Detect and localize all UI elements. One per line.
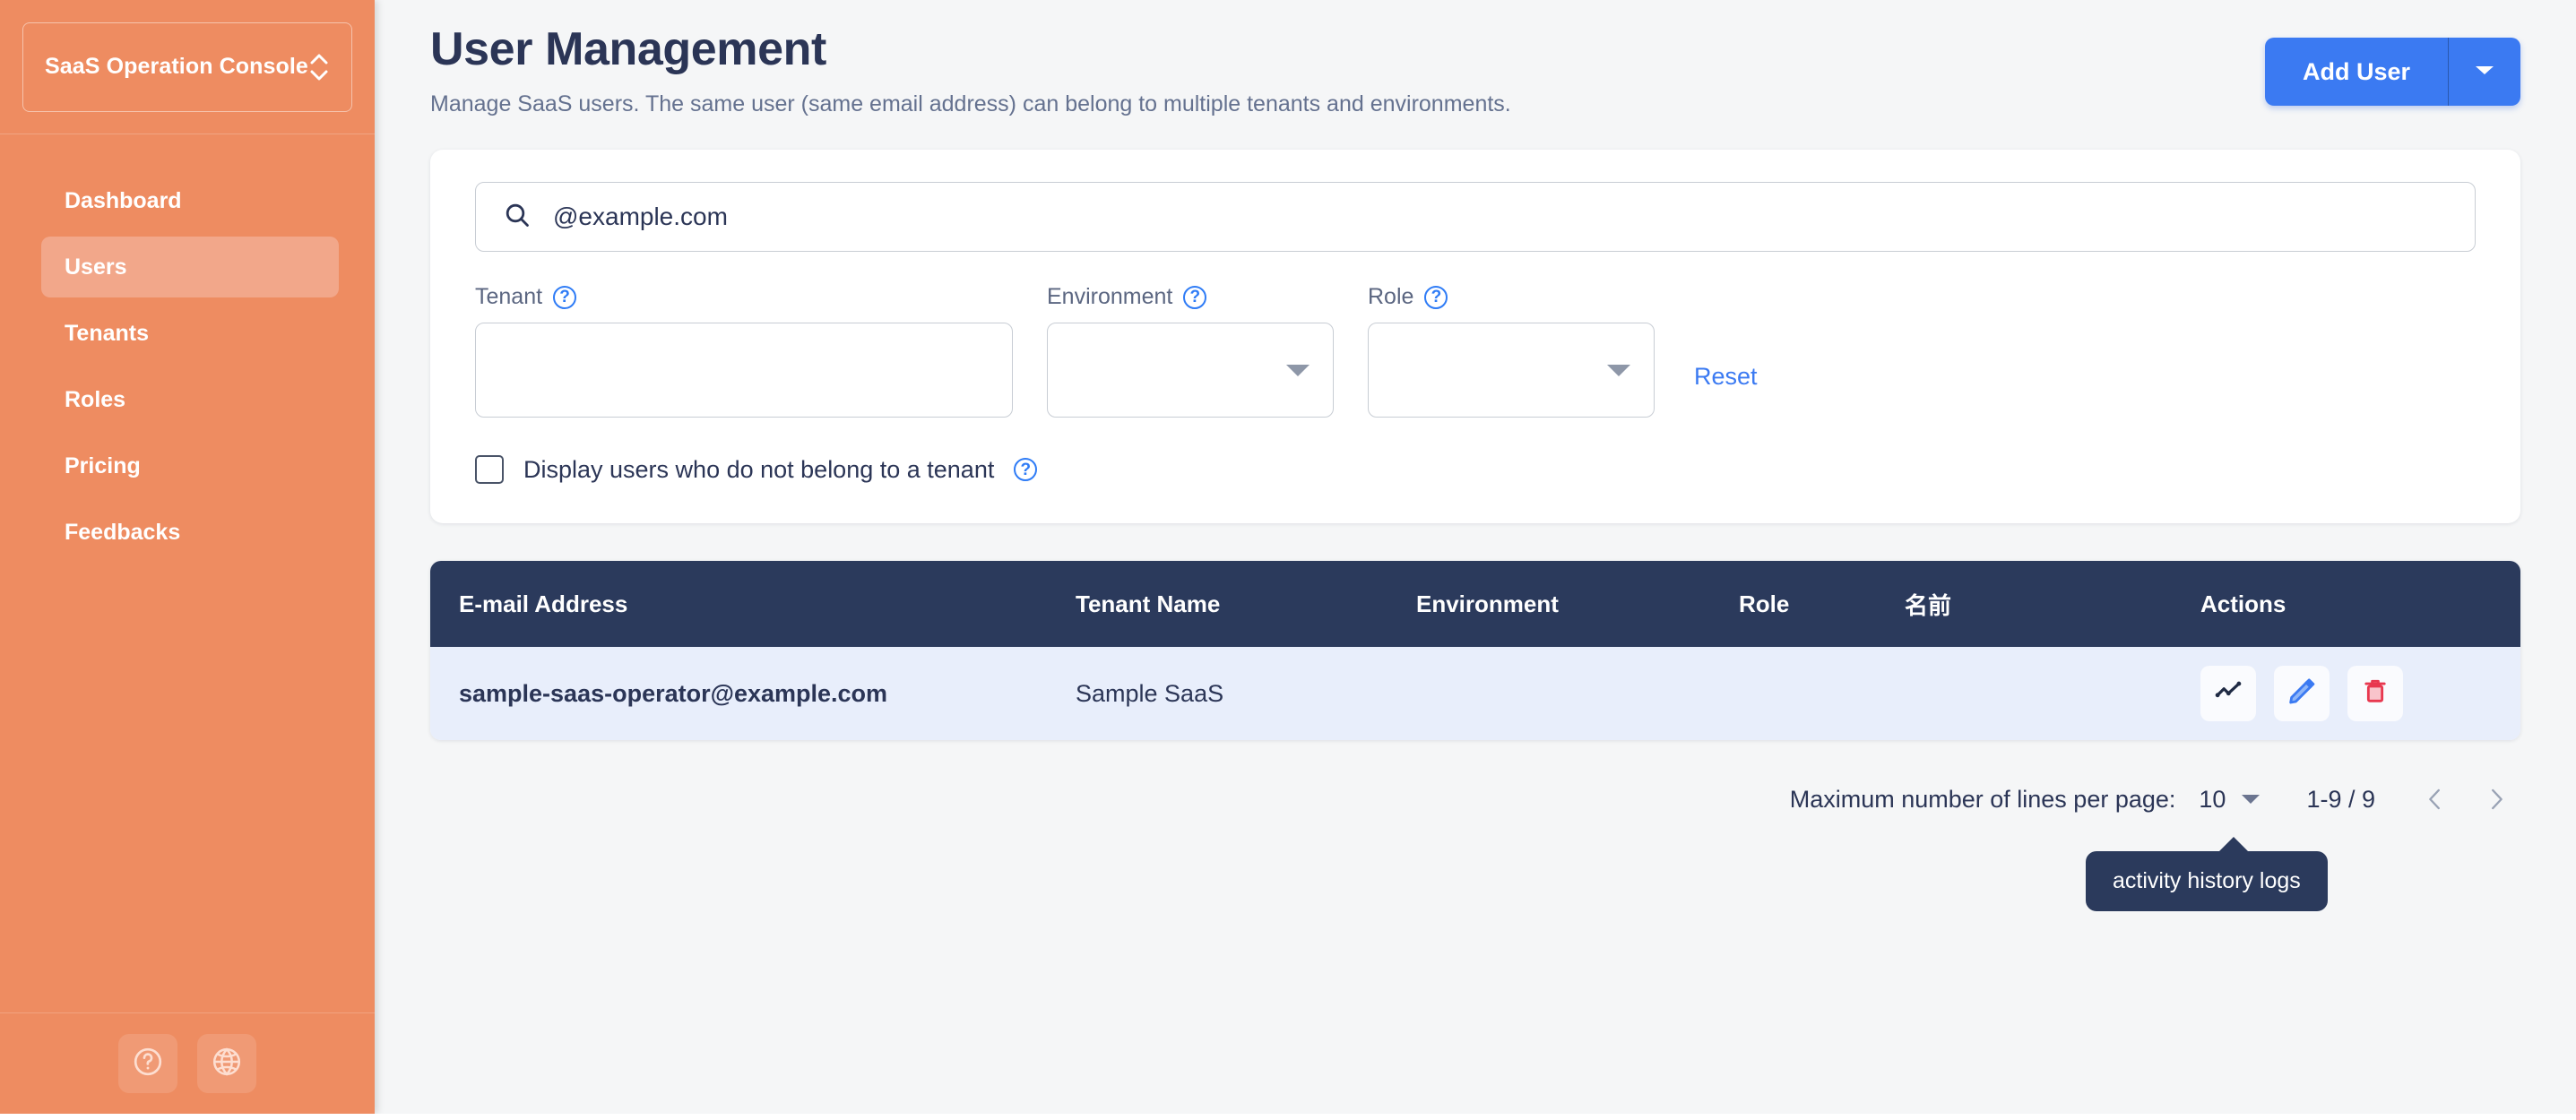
add-user-label: Add User (2302, 57, 2410, 85)
previous-page-button[interactable] (2422, 781, 2449, 817)
orphan-users-checkbox-row: Display users who do not belong to a ten… (475, 455, 2476, 485)
orphan-users-checkbox[interactable] (475, 455, 504, 485)
sidebar-item-tenants[interactable]: Tenants (41, 303, 339, 364)
help-circle-icon[interactable]: ? (1183, 285, 1207, 309)
chevron-down-icon (2473, 63, 2496, 82)
sidebar-footer (0, 1012, 375, 1114)
tenant-filter-label: Tenant (475, 284, 543, 310)
pagination-bar: Maximum number of lines per page: 10 1-9… (430, 772, 2520, 826)
sidebar-item-feedbacks[interactable]: Feedbacks (41, 502, 339, 563)
language-button[interactable] (197, 1034, 256, 1093)
help-circle-icon[interactable]: ? (553, 285, 577, 309)
sidebar-item-label: Users (65, 254, 127, 280)
column-header-email: E-mail Address (459, 590, 628, 617)
search-icon (503, 201, 532, 234)
filters-row: Tenant ? Environment ? Role ? Reset (475, 284, 2476, 418)
activity-chart-icon (2213, 676, 2243, 712)
sidebar-item-label: Roles (65, 386, 126, 412)
column-header-tenant-name: Tenant Name (1076, 590, 1221, 617)
page-subtitle: Manage SaaS users. The same user (same e… (430, 91, 1511, 117)
sidebar-item-label: Feedbacks (65, 519, 181, 545)
page-title: User Management (430, 23, 826, 75)
cell-actions (2200, 647, 2520, 740)
orphan-users-checkbox-label: Display users who do not belong to a ten… (523, 455, 995, 483)
pagination-arrows (2422, 781, 2510, 817)
sidebar-item-pricing[interactable]: Pricing (41, 435, 339, 496)
sidebar-item-label: Tenants (65, 320, 149, 346)
delete-user-button[interactable] (2347, 666, 2403, 722)
page-bottom-strip (0, 1114, 2576, 1120)
globe-icon (211, 1046, 243, 1082)
main-content: User Management Manage SaaS users. The s… (375, 0, 2576, 1114)
sidebar: SaaS Operation Console Dashboard Users T… (0, 0, 375, 1114)
environment-select[interactable] (1047, 323, 1334, 418)
pagination-range: 1-9 / 9 (2306, 785, 2375, 813)
cell-email: sample-saas-operator@example.com (459, 679, 888, 707)
users-table-element: E-mail Address Tenant Name Environment R… (430, 561, 2520, 741)
search-field[interactable]: @example.com (475, 182, 2476, 253)
sidebar-brand-area: SaaS Operation Console (0, 0, 375, 134)
rows-per-page-value: 10 (2199, 785, 2226, 813)
users-table-body: sample-saas-operator@example.com Sample … (430, 647, 2520, 741)
cell-environment (1416, 647, 1739, 740)
add-user-button[interactable]: Add User (2264, 38, 2449, 106)
role-select[interactable] (1368, 323, 1655, 418)
caret-down-icon (1607, 364, 1630, 376)
console-switcher-label: SaaS Operation Console (45, 54, 308, 79)
column-header-name-ja: 名前 (1905, 591, 1952, 619)
rows-per-page-select[interactable]: 10 (2199, 786, 2260, 814)
users-table: E-mail Address Tenant Name Environment R… (430, 561, 2520, 741)
sidebar-item-label: Dashboard (65, 187, 182, 213)
sidebar-item-dashboard[interactable]: Dashboard (41, 170, 339, 231)
sidebar-item-users[interactable]: Users (41, 237, 339, 297)
tooltip-activity-history-logs: activity history logs (2086, 837, 2328, 911)
up-down-chevrons-icon (308, 53, 330, 82)
role-filter-label: Role (1368, 284, 1414, 310)
column-header-role: Role (1739, 590, 1790, 617)
environment-filter-label: Environment (1047, 284, 1173, 310)
help-button[interactable] (118, 1034, 177, 1093)
pencil-edit-icon (2286, 676, 2317, 712)
environment-filter: Environment ? (1047, 284, 1334, 418)
console-switcher[interactable]: SaaS Operation Console (22, 22, 352, 112)
help-circle-icon[interactable]: ? (1014, 458, 1038, 482)
users-table-head: E-mail Address Tenant Name Environment R… (430, 561, 2520, 648)
caret-down-icon (1286, 364, 1310, 376)
column-header-actions: Actions (2200, 590, 2286, 617)
table-header-row: E-mail Address Tenant Name Environment R… (430, 561, 2520, 648)
environment-filter-label-wrap: Environment ? (1047, 284, 1334, 310)
cell-tenant-name: Sample SaaS (1076, 679, 1224, 707)
reset-filters-link[interactable]: Reset (1694, 363, 1758, 391)
table-row[interactable]: sample-saas-operator@example.com Sample … (430, 647, 2520, 741)
role-filter-label-wrap: Role ? (1368, 284, 1655, 310)
caret-down-icon (2242, 795, 2260, 805)
rows-per-page-label: Maximum number of lines per page: (1789, 785, 2176, 813)
add-user-dropdown-button[interactable] (2449, 38, 2520, 106)
edit-user-button[interactable] (2274, 666, 2330, 722)
tooltip-text: activity history logs (2113, 868, 2301, 893)
filter-panel: @example.com Tenant ? Environment ? Role… (430, 150, 2520, 524)
trash-delete-icon (2360, 676, 2390, 712)
column-header-environment: Environment (1416, 590, 1559, 617)
row-action-buttons (2200, 666, 2520, 722)
sidebar-nav: Dashboard Users Tenants Roles Pricing Fe… (0, 134, 375, 563)
app-root: SaaS Operation Console Dashboard Users T… (0, 0, 2576, 1120)
role-filter: Role ? (1368, 284, 1655, 418)
sidebar-item-label: Pricing (65, 452, 141, 478)
activity-history-logs-button[interactable] (2200, 666, 2256, 722)
search-input-value: @example.com (553, 202, 728, 231)
help-circle-icon[interactable]: ? (1424, 285, 1448, 309)
cell-role (1739, 647, 1905, 740)
tenant-filter-label-wrap: Tenant ? (475, 284, 1013, 310)
help-circle-icon (132, 1046, 164, 1082)
sidebar-item-roles[interactable]: Roles (41, 369, 339, 430)
cell-name-ja (1905, 647, 2200, 740)
tenant-filter: Tenant ? (475, 284, 1013, 418)
tenant-input[interactable] (475, 323, 1013, 418)
next-page-button[interactable] (2483, 781, 2510, 817)
add-user-button-group: Add User (2264, 38, 2520, 106)
page-header: User Management Manage SaaS users. The s… (375, 0, 2576, 117)
